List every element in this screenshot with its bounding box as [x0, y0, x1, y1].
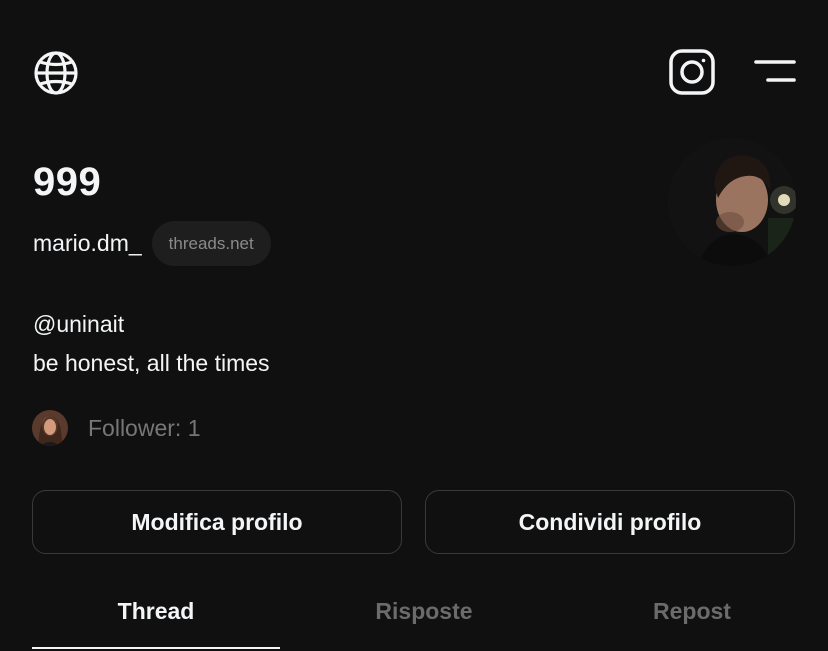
edit-profile-button[interactable]: Modifica profilo [32, 490, 402, 554]
tab-thread[interactable]: Thread [32, 598, 280, 625]
menu-icon[interactable] [752, 56, 798, 88]
profile-display-name: 999 [33, 160, 102, 204]
bio-mention[interactable]: @uninait [33, 305, 270, 344]
tab-risposte[interactable]: Risposte [300, 598, 548, 625]
active-tab-indicator [32, 647, 280, 649]
globe-icon[interactable] [32, 49, 80, 97]
profile-username: mario.dm_ [33, 230, 142, 256]
bio-text: be honest, all the times [33, 350, 270, 376]
followers-count[interactable]: Follower: 1 [88, 415, 200, 442]
followers-row[interactable]: Follower: 1 [32, 410, 200, 446]
domain-badge[interactable]: threads.net [151, 221, 271, 266]
profile-avatar[interactable] [668, 138, 796, 266]
instagram-icon[interactable] [668, 48, 716, 96]
username-row: mario.dm_ threads.net [33, 221, 271, 266]
share-profile-button[interactable]: Condividi profilo [425, 490, 795, 554]
tab-repost[interactable]: Repost [568, 598, 816, 625]
profile-bio: @uninait be honest, all the times [33, 305, 270, 383]
follower-avatar [32, 410, 68, 446]
profile-tabs: Thread Risposte Repost [32, 580, 828, 651]
top-bar [0, 0, 828, 140]
